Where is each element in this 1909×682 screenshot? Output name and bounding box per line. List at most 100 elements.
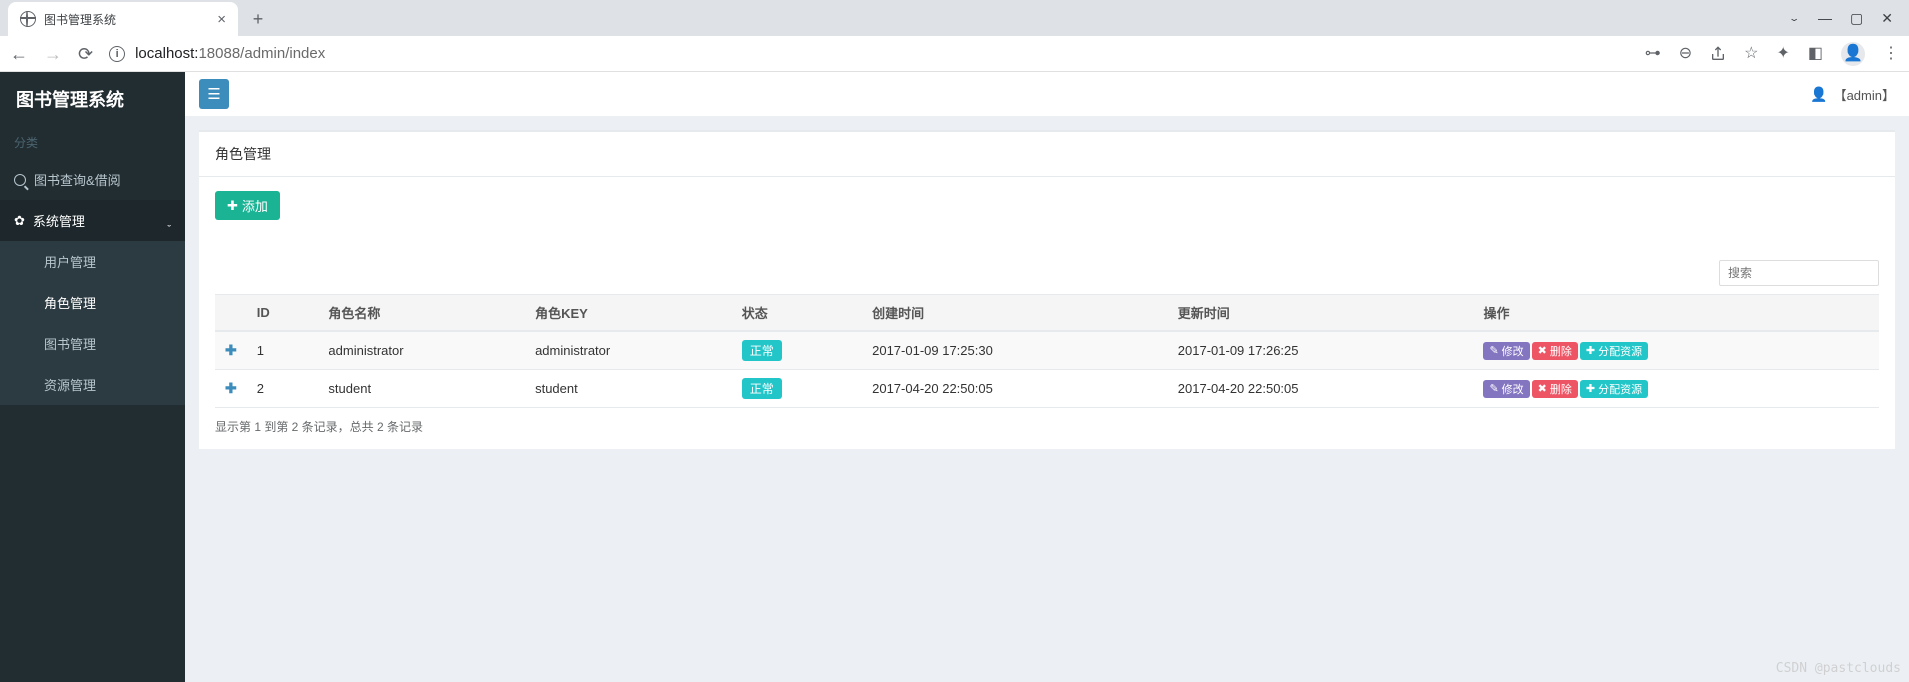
key-icon[interactable]: ⊶ bbox=[1645, 46, 1661, 62]
gear-icon: ✿ bbox=[14, 213, 25, 229]
browser-tab[interactable]: 图书管理系统 × bbox=[8, 2, 238, 36]
extensions-icon[interactable]: ✦ bbox=[1776, 46, 1789, 62]
sidebar-item-label: 系统管理 bbox=[33, 211, 85, 230]
cell-created: 2017-04-20 22:50:05 bbox=[862, 370, 1168, 408]
sidebar-item-label: 资源管理 bbox=[44, 375, 96, 394]
panel-body: ✚ 添加 ID 角色名称 角色KEY 状 bbox=[199, 177, 1895, 449]
reload-button[interactable]: ⟳ bbox=[78, 45, 93, 63]
close-window-icon[interactable]: ✕ bbox=[1881, 11, 1893, 25]
nav-section-label: 分类 bbox=[0, 126, 185, 159]
col-key[interactable]: 角色KEY bbox=[525, 295, 732, 332]
browser-chrome: 图书管理系统 × + ⌄ — ▢ ✕ ← → ⟳ i localhost:180… bbox=[0, 0, 1909, 72]
cell-id: 1 bbox=[247, 331, 319, 370]
cell-name: administrator bbox=[318, 331, 525, 370]
sidebar-item-label: 图书管理 bbox=[44, 334, 96, 353]
add-button[interactable]: ✚ 添加 bbox=[215, 191, 280, 220]
globe-icon bbox=[20, 11, 36, 27]
add-button-label: 添加 bbox=[242, 196, 268, 215]
sidebar-item-roles[interactable]: 角色管理 bbox=[0, 282, 185, 323]
brand: 图书管理系统 bbox=[0, 72, 185, 126]
col-id[interactable]: ID bbox=[247, 295, 319, 332]
table-row: ✚1administratoradministrator正常2017-01-09… bbox=[215, 331, 1879, 370]
close-icon: ✖ bbox=[1538, 344, 1547, 357]
back-button[interactable]: ← bbox=[10, 45, 28, 63]
app-root: 图书管理系统 分类 图书查询&借阅 ✿ 系统管理 ˬ 用户管理 角色管理 图书管… bbox=[0, 72, 1909, 682]
window-controls: ⌄ — ▢ ✕ bbox=[1788, 11, 1909, 25]
roles-table: ID 角色名称 角色KEY 状态 创建时间 更新时间 操作 ✚1administ… bbox=[215, 294, 1879, 408]
url-path: 18088/admin/index bbox=[198, 45, 325, 62]
delete-button[interactable]: ✖ 删除 bbox=[1532, 342, 1578, 360]
new-tab-button[interactable]: + bbox=[244, 5, 272, 33]
share-icon[interactable] bbox=[1710, 46, 1726, 62]
maximize-icon[interactable]: ▢ bbox=[1850, 11, 1863, 25]
expand-row-icon[interactable]: ✚ bbox=[225, 342, 237, 358]
edit-button[interactable]: ✎ 修改 bbox=[1483, 342, 1529, 360]
edit-icon: ✎ bbox=[1489, 344, 1498, 357]
close-tab-icon[interactable]: × bbox=[217, 12, 226, 27]
plus-icon: ✚ bbox=[1586, 382, 1595, 395]
browser-toolbar: ← → ⟳ i localhost:18088/admin/index ⊶ ⊖ … bbox=[0, 36, 1909, 72]
table-row: ✚2studentstudent正常2017-04-20 22:50:05201… bbox=[215, 370, 1879, 408]
cell-updated: 2017-04-20 22:50:05 bbox=[1168, 370, 1474, 408]
sidepanel-icon[interactable]: ◧ bbox=[1808, 46, 1823, 62]
table-tools bbox=[215, 260, 1879, 286]
minimize-icon[interactable]: — bbox=[1818, 11, 1832, 25]
sidebar-item-search[interactable]: 图书查询&借阅 bbox=[0, 159, 185, 200]
chevron-down-icon: ˬ bbox=[167, 215, 171, 227]
cell-name: student bbox=[318, 370, 525, 408]
account-chevron-icon[interactable]: ⌄ bbox=[1788, 14, 1800, 22]
expand-row-icon[interactable]: ✚ bbox=[225, 380, 237, 396]
table-info: 显示第 1 到第 2 条记录，总共 2 条记录 bbox=[215, 408, 1879, 435]
status-badge: 正常 bbox=[742, 340, 782, 361]
search-input[interactable] bbox=[1719, 260, 1879, 286]
address-bar[interactable]: i localhost:18088/admin/index bbox=[109, 45, 1629, 62]
user-display: 【admin】 bbox=[1834, 85, 1895, 104]
edit-icon: ✎ bbox=[1489, 382, 1498, 395]
panel-title: 角色管理 bbox=[199, 132, 1895, 177]
assign-button[interactable]: ✚ 分配资源 bbox=[1580, 342, 1648, 360]
user-icon: 👤 bbox=[1810, 86, 1827, 103]
url-host: localhost: bbox=[135, 45, 198, 62]
col-updated[interactable]: 更新时间 bbox=[1168, 295, 1474, 332]
main-area: ☰ 👤 【admin】 角色管理 ✚ 添加 bbox=[185, 72, 1909, 682]
plus-icon: ✚ bbox=[1586, 344, 1595, 357]
tab-strip: 图书管理系统 × + ⌄ — ▢ ✕ bbox=[0, 0, 1909, 36]
sidebar-submenu: 用户管理 角色管理 图书管理 资源管理 bbox=[0, 241, 185, 405]
star-icon[interactable]: ☆ bbox=[1744, 46, 1758, 62]
cell-key: student bbox=[525, 370, 732, 408]
close-icon: ✖ bbox=[1538, 382, 1547, 395]
forward-button: → bbox=[44, 45, 62, 63]
panel-roles: 角色管理 ✚ 添加 ID 角色名称 bbox=[199, 130, 1895, 449]
edit-button[interactable]: ✎ 修改 bbox=[1483, 380, 1529, 398]
sidebar-item-system[interactable]: ✿ 系统管理 ˬ bbox=[0, 200, 185, 241]
sidebar-item-books[interactable]: 图书管理 bbox=[0, 323, 185, 364]
tab-title: 图书管理系统 bbox=[44, 11, 116, 28]
assign-button[interactable]: ✚ 分配资源 bbox=[1580, 380, 1648, 398]
sidebar-item-label: 图书查询&借阅 bbox=[34, 170, 121, 189]
user-menu[interactable]: 👤 【admin】 bbox=[1810, 85, 1895, 104]
status-badge: 正常 bbox=[742, 378, 782, 399]
col-ops: 操作 bbox=[1473, 295, 1879, 332]
delete-button[interactable]: ✖ 删除 bbox=[1532, 380, 1578, 398]
col-created[interactable]: 创建时间 bbox=[862, 295, 1168, 332]
sidebar-item-users[interactable]: 用户管理 bbox=[0, 241, 185, 282]
cell-updated: 2017-01-09 17:26:25 bbox=[1168, 331, 1474, 370]
cell-id: 2 bbox=[247, 370, 319, 408]
sidebar-item-label: 角色管理 bbox=[44, 293, 96, 312]
toggle-sidebar-button[interactable]: ☰ bbox=[199, 79, 229, 109]
menu-icon[interactable]: ⋮ bbox=[1883, 46, 1899, 62]
cell-key: administrator bbox=[525, 331, 732, 370]
col-status[interactable]: 状态 bbox=[732, 295, 862, 332]
toolbar-right: ⊶ ⊖ ☆ ✦ ◧ 👤 ⋮ bbox=[1645, 42, 1899, 66]
zoom-icon[interactable]: ⊖ bbox=[1679, 46, 1692, 62]
col-name[interactable]: 角色名称 bbox=[318, 295, 525, 332]
sidebar-item-resources[interactable]: 资源管理 bbox=[0, 364, 185, 405]
profile-avatar[interactable]: 👤 bbox=[1841, 42, 1865, 66]
search-icon bbox=[14, 174, 26, 186]
site-info-icon[interactable]: i bbox=[109, 46, 125, 62]
topbar: ☰ 👤 【admin】 bbox=[185, 72, 1909, 116]
sidebar: 图书管理系统 分类 图书查询&借阅 ✿ 系统管理 ˬ 用户管理 角色管理 图书管… bbox=[0, 72, 185, 682]
plus-icon: ✚ bbox=[227, 198, 238, 214]
sidebar-item-label: 用户管理 bbox=[44, 252, 96, 271]
content: 角色管理 ✚ 添加 ID 角色名称 bbox=[185, 116, 1909, 463]
